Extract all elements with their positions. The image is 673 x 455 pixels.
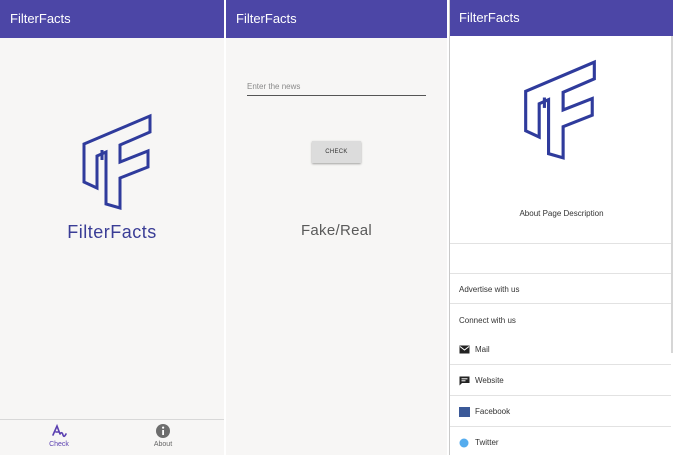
divider	[450, 243, 671, 244]
check-wave-icon	[29, 423, 89, 441]
app-title: FilterFacts	[236, 11, 297, 26]
facebook-item[interactable]: Facebook	[459, 407, 511, 418]
divider	[450, 395, 671, 396]
result-text: Fake/Real	[300, 222, 373, 239]
advertise-item[interactable]: Advertise with us	[459, 285, 519, 294]
facebook-icon	[459, 407, 470, 418]
filterfacts-logo	[80, 112, 154, 212]
about-description: About Page Description	[519, 209, 604, 218]
app-bar: FilterFacts	[450, 0, 673, 36]
check-screen: FilterFacts CHECK Fake/Real	[226, 0, 447, 455]
divider	[450, 426, 671, 427]
twitter-label: Twitter	[475, 438, 499, 447]
about-screen: FilterFacts About Page Description Adver…	[449, 0, 673, 455]
filterfacts-logo	[512, 58, 608, 162]
facebook-label: Facebook	[475, 407, 511, 416]
mail-icon	[459, 345, 470, 354]
nav-check[interactable]: Check	[29, 423, 89, 448]
website-label: Website	[475, 376, 504, 385]
app-title: FilterFacts	[459, 10, 520, 25]
home-screen: FilterFacts FilterFacts Check About	[0, 0, 224, 455]
connect-header: Connect with us	[459, 316, 516, 325]
mail-item[interactable]: Mail	[459, 345, 490, 354]
divider	[450, 303, 671, 304]
divider	[450, 273, 671, 274]
mail-label: Mail	[475, 345, 490, 354]
nav-about-label: About	[153, 441, 173, 448]
twitter-icon	[459, 438, 470, 448]
check-button[interactable]: CHECK	[312, 141, 361, 163]
bottom-navigation: Check About	[0, 419, 224, 455]
info-icon	[133, 423, 193, 441]
app-bar: FilterFacts	[226, 0, 447, 38]
chat-icon	[459, 376, 470, 386]
website-item[interactable]: Website	[459, 376, 504, 386]
nav-check-label: Check	[49, 441, 69, 448]
divider	[450, 364, 671, 365]
twitter-item[interactable]: Twitter	[459, 438, 499, 448]
nav-about[interactable]: About	[133, 423, 193, 448]
brand-name: FilterFacts	[67, 222, 157, 242]
app-title: FilterFacts	[10, 11, 71, 26]
news-input[interactable]	[247, 78, 426, 96]
app-bar: FilterFacts	[0, 0, 224, 38]
